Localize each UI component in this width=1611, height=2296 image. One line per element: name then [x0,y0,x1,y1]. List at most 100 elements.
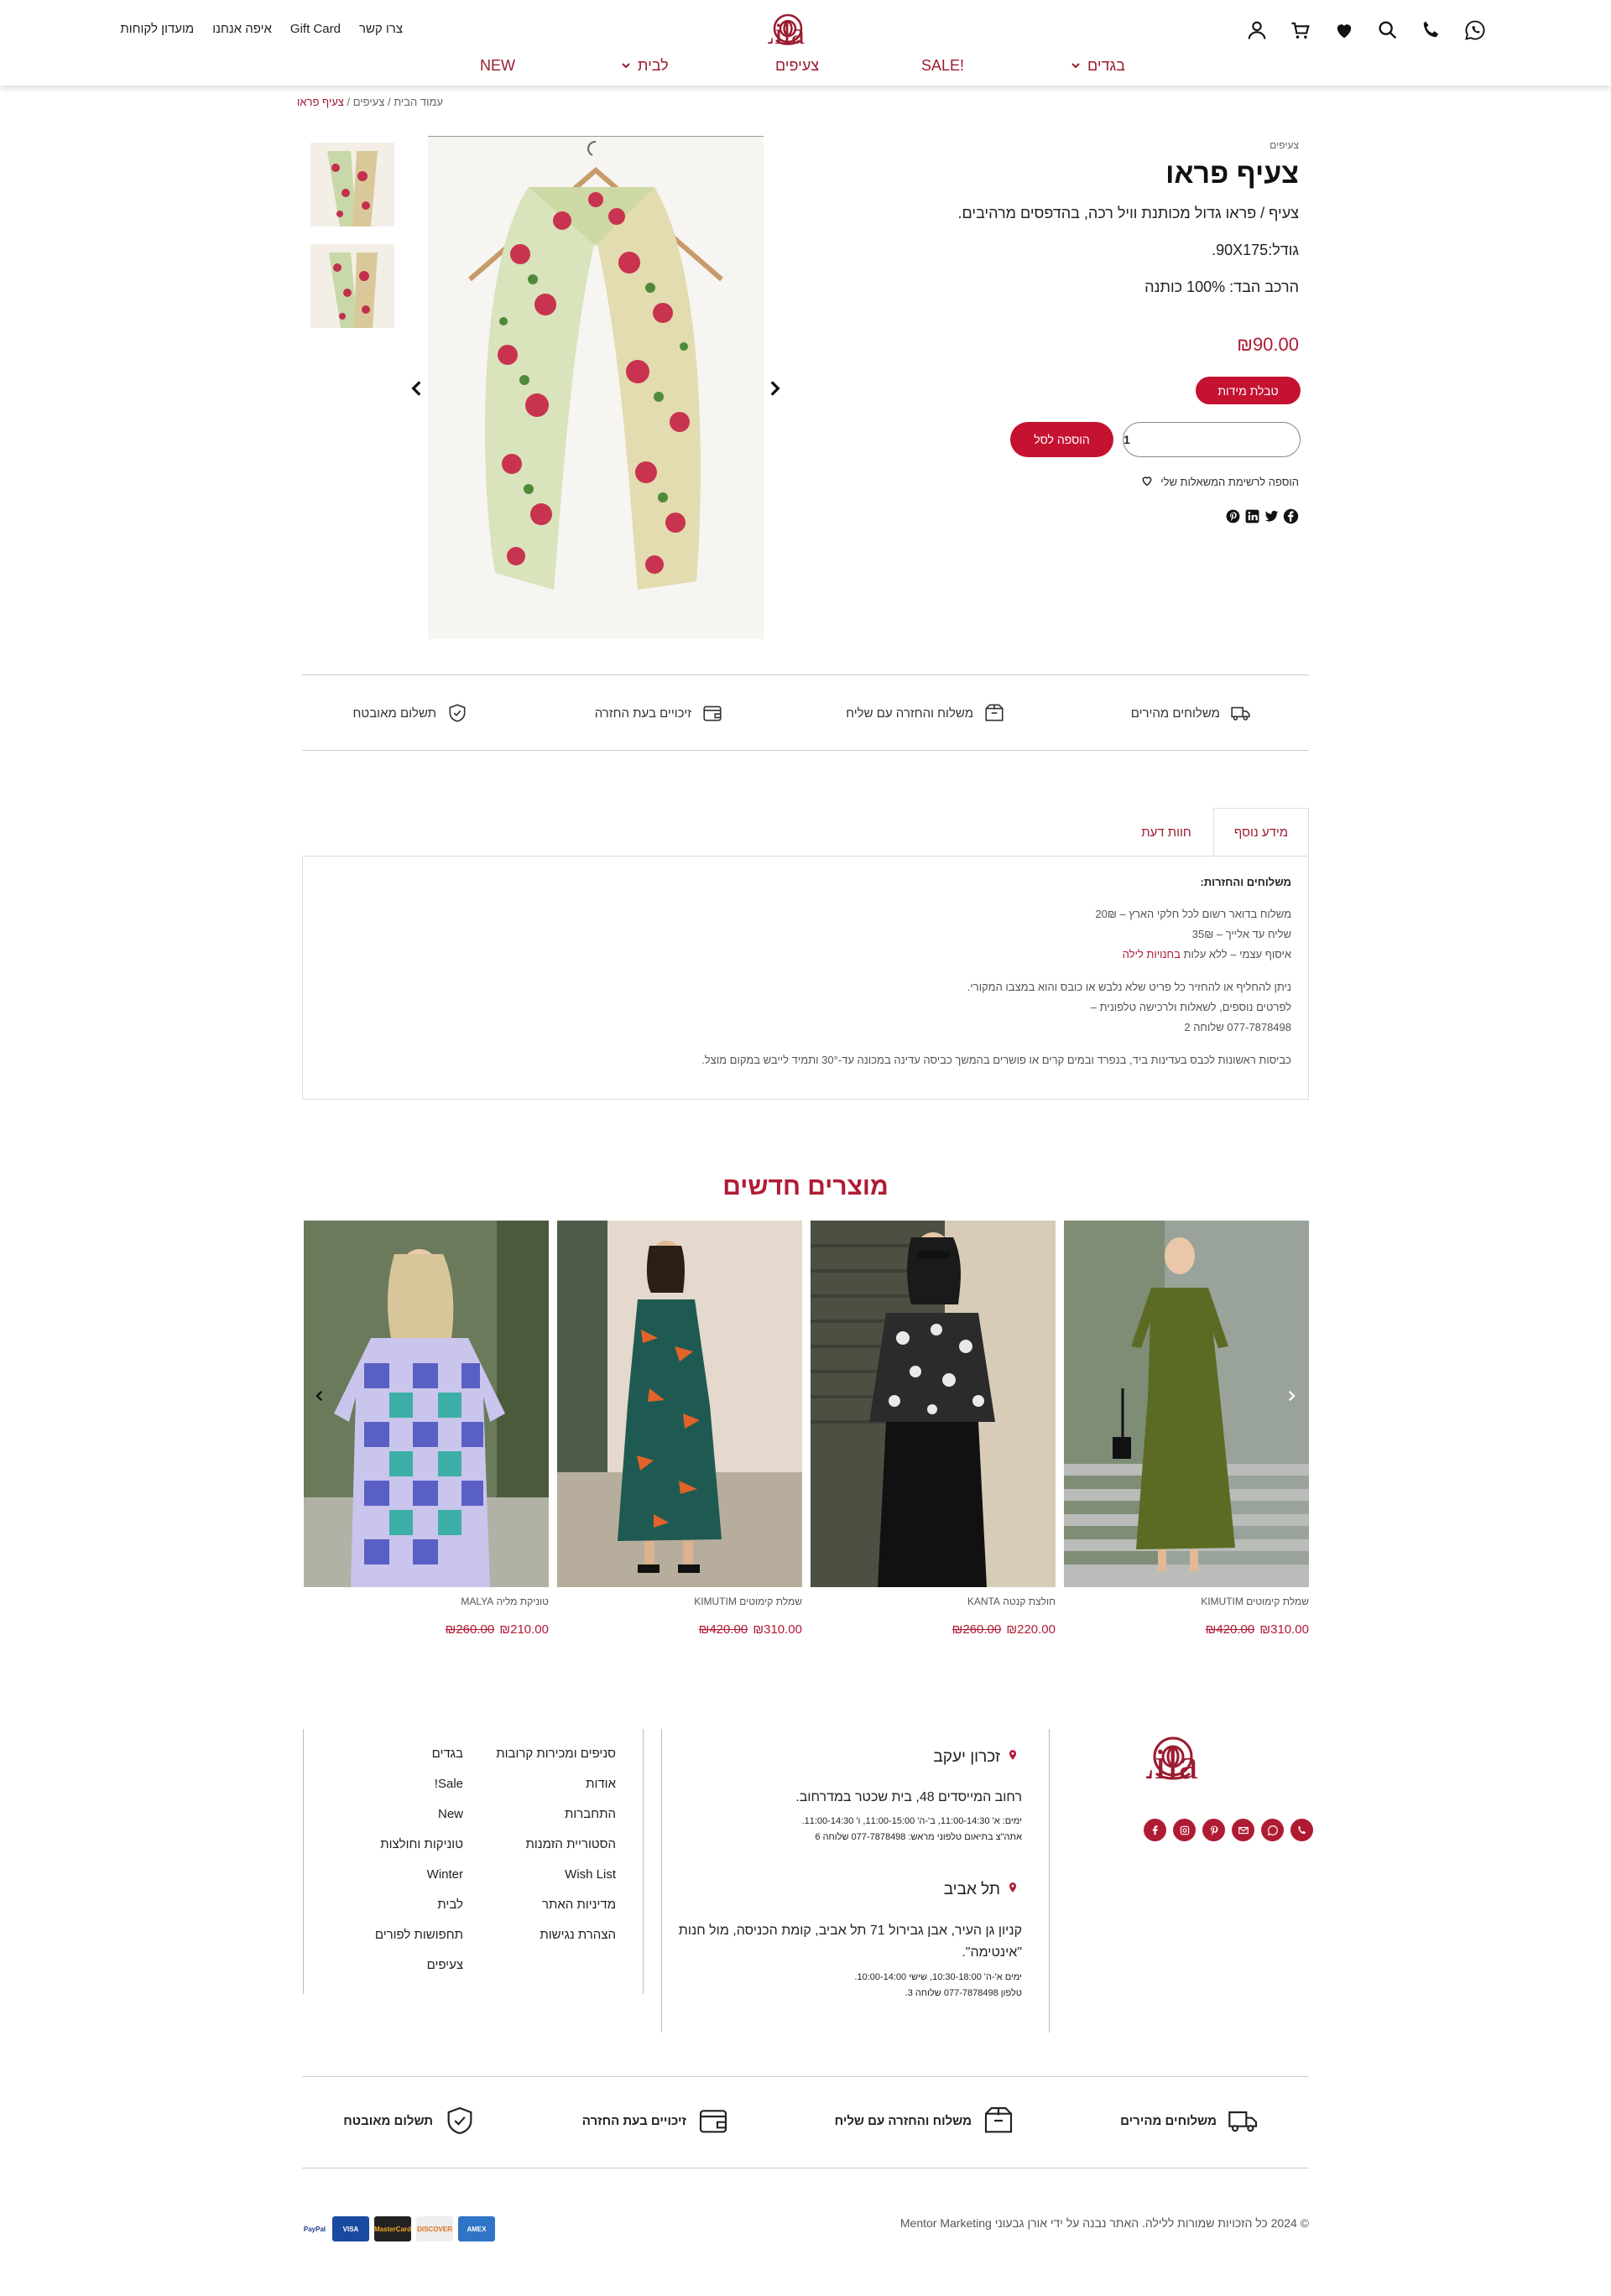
pinterest-icon[interactable] [1202,1819,1225,1841]
slider-next-arrow-icon[interactable] [1284,1388,1299,1403]
footer-logo[interactable]: Lila [1128,1726,1301,1794]
cart-icon[interactable] [1289,18,1312,42]
link-customer-club[interactable]: מועדון לקוחות [120,22,194,36]
gallery-thumbnail[interactable] [310,143,394,226]
product-description: צעיף / פראו גדול מכותנת וויל רכה, בהדפסי… [957,205,1299,221]
footer-link-login[interactable]: התחברות [565,1807,616,1821]
search-icon[interactable] [1376,18,1400,42]
branch-title-label: תל אביב [943,1881,1000,1898]
slider-prev-arrow-icon[interactable] [312,1388,327,1403]
footer-link-branches[interactable]: סניפים ומכירות קרובות [496,1747,616,1761]
facebook-icon[interactable] [1144,1819,1166,1841]
product-card-price: ₪220.00 ₪260.00 [811,1622,1056,1637]
nav-home[interactable]: לבית [621,57,669,75]
branch-zichron-address: רחוב המייסדים 48, בית שכטר במדרחוב. [795,1790,1022,1804]
product-card-price: ₪210.00 ₪260.00 [304,1622,549,1637]
footer-link-about[interactable]: אודות [586,1777,616,1791]
footer-link-clothes[interactable]: בגדים [432,1747,463,1761]
user-icon[interactable] [1245,18,1269,42]
footer-divider [1049,1729,1050,2033]
old-price: ₪420.00 [1205,1622,1255,1637]
payment-methods: PayPal VISA MasterCard DISCOVER AMEX [302,2216,495,2241]
breadcrumb-home[interactable]: עמוד הבית [394,96,443,108]
breadcrumb-category[interactable]: צעיפים [353,96,385,108]
facebook-icon[interactable] [1283,508,1299,524]
product-card[interactable]: שמלת קימוטים KIMUTIM ₪310.00 ₪420.00 [1064,1221,1309,1637]
product-card[interactable]: טוניקת מליה MALYA ₪210.00 ₪260.00 [304,1221,549,1637]
whatsapp-icon[interactable] [1463,18,1487,42]
product-card[interactable]: שמלת קימוטים KIMUTIM ₪310.00 ₪420.00 [557,1221,802,1637]
footer-link-accessibility[interactable]: הצהרת נגישות [540,1928,616,1942]
tab-additional-info[interactable]: מידע נוסף [1213,808,1309,856]
product-card-image[interactable] [1064,1221,1309,1587]
nav-clothes[interactable]: בגדים [1071,57,1125,75]
footer-link-sale[interactable]: Sale! [435,1777,463,1791]
footer-link-costumes[interactable]: תחפושות לפורים [375,1928,463,1942]
add-to-cart-button[interactable]: הוספה לסל [1010,422,1113,457]
product-card-name[interactable]: שמלת קימוטים KIMUTIM [1064,1596,1309,1607]
footer-link-policy[interactable]: מדיניות האתר [542,1898,616,1912]
svg-text:Lila: Lila [768,17,805,50]
twitter-icon[interactable] [1264,508,1280,524]
shield-check-icon [443,2104,477,2137]
footer-link-wishlist[interactable]: Wish List [565,1867,616,1882]
product-card-name[interactable]: טוניקת מליה MALYA [304,1596,549,1607]
gallery-thumbnail[interactable] [310,244,394,328]
nav-scarves[interactable]: צעיפים [775,57,819,75]
breadcrumb-current: צעיף פראו [296,96,344,108]
footer-link-home[interactable]: לבית [437,1898,463,1912]
tab-reviews[interactable]: חוות דעת [1124,808,1208,856]
mastercard-icon: MasterCard [374,2216,411,2241]
branch-telaviv-address: "אינטימה". [962,1945,1022,1960]
link-gift-card[interactable]: Gift Card [290,22,341,36]
footer-feature-return-shipping: משלוח והחזרה עם שליח [835,2104,1015,2137]
linkedin-icon[interactable] [1244,508,1260,524]
footer-link-scarves[interactable]: צעיפים [427,1958,463,1972]
link-contact[interactable]: צרו קשר [359,22,403,36]
footer-link-tunics[interactable]: טוניקות וחולצות [380,1837,463,1851]
visa-icon: VISA [332,2216,369,2241]
add-to-wishlist-link[interactable]: הוספה לרשימת המשאלות שלי [1140,474,1299,490]
whatsapp-icon[interactable] [1261,1819,1284,1841]
site-logo[interactable]: Lila [756,7,877,55]
footer-link-winter[interactable]: Winter [427,1867,463,1882]
footer-link-orders[interactable]: הסטוריית הזמנות [525,1837,616,1851]
heart-icon[interactable] [1332,18,1356,42]
phone-icon[interactable] [1290,1819,1313,1841]
link-where-we-are[interactable]: איפה אנחנו [212,22,272,36]
product-main-image[interactable] [428,136,764,639]
quantity-input[interactable]: 1 [1123,422,1301,457]
nav-new[interactable]: NEW [480,57,515,75]
product-card-name[interactable]: שמלת קימוטים KIMUTIM [557,1596,802,1607]
size-chart-button[interactable]: טבלת מידות [1196,377,1301,404]
old-price: ₪420.00 [698,1622,748,1637]
instagram-icon[interactable] [1173,1819,1196,1841]
nav-sale[interactable]: SALE! [921,57,964,75]
product-card[interactable]: חולצת קנטה KANTA ₪220.00 ₪260.00 [811,1221,1056,1637]
quantity-value: 1 [1124,433,1130,446]
gallery-next-arrow-icon[interactable] [764,377,785,399]
gallery-prev-arrow-icon[interactable] [406,377,428,399]
panel-heading: משלוחים והחזרות: [1200,876,1291,888]
phone-icon[interactable] [1420,18,1443,42]
stores-link[interactable]: בחנויות לילה [1123,948,1181,961]
feature-return-shipping: משלוח והחזרה עם שליח [846,702,1005,724]
footer-feature-fast-shipping: משלוחים מהירים [1120,2104,1260,2137]
product-card-image[interactable] [811,1221,1056,1587]
footer-link-new[interactable]: New [438,1807,463,1821]
product-card-image[interactable] [557,1221,802,1587]
nav-scarves-label: צעיפים [775,57,820,74]
footer-divider [643,1729,644,1994]
product-card-image[interactable] [304,1221,549,1587]
footer-divider [661,1729,662,2033]
product-card-name[interactable]: חולצת קנטה KANTA [811,1596,1056,1607]
breadcrumb: עמוד הבית / צעיפים / צעיף פראו [297,96,443,108]
branch-telaviv-title: תל אביב [944,1881,1019,1899]
panel-phone: 077-7878498 שלוחה 2 [1184,1021,1291,1033]
sale-price: ₪210.00 [499,1622,549,1637]
pinterest-icon[interactable] [1225,508,1241,524]
product-category[interactable]: צעיפים [1270,139,1299,151]
discover-icon: DISCOVER [416,2216,453,2241]
feature-label: זיכויים בעת החזרה [594,705,691,721]
email-icon[interactable] [1232,1819,1254,1841]
